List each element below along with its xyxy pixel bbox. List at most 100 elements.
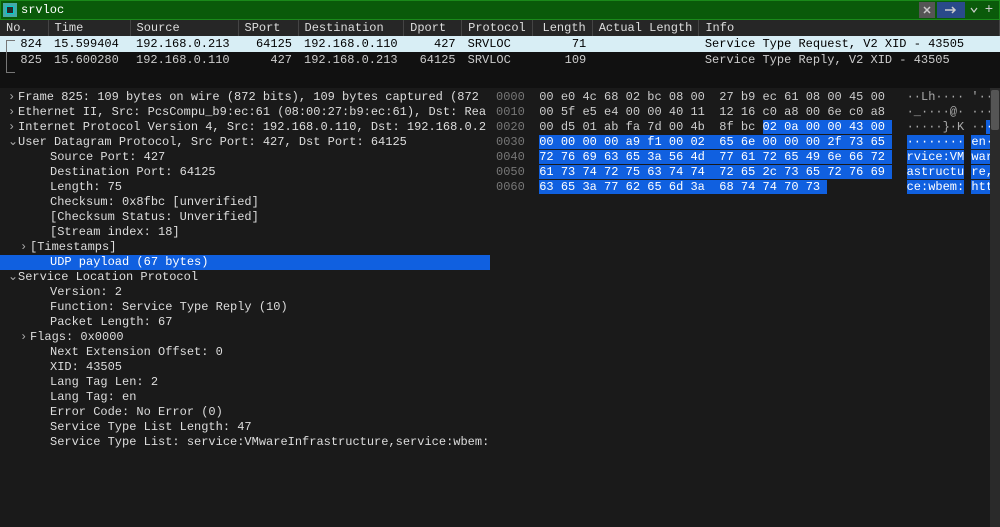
- hex-byte[interactable]: 5f: [561, 105, 575, 119]
- hex-byte[interactable]: 12: [719, 105, 733, 119]
- tree-node[interactable]: UDP payload (67 bytes): [0, 255, 490, 270]
- hex-byte[interactable]: 72: [539, 150, 553, 164]
- hex-byte[interactable]: 00: [539, 90, 553, 104]
- hex-byte[interactable]: 08: [806, 90, 820, 104]
- packet-details-pane[interactable]: ›Frame 825: 109 bytes on wire (872 bits)…: [0, 88, 490, 527]
- tree-node[interactable]: ⌄Service Location Protocol: [0, 270, 490, 285]
- add-filter-button[interactable]: +: [981, 2, 997, 18]
- hex-byte[interactable]: 72: [871, 150, 885, 164]
- hex-byte[interactable]: 74: [690, 165, 704, 179]
- hex-byte[interactable]: 43: [849, 120, 863, 134]
- hex-byte[interactable]: 6d: [669, 180, 683, 194]
- hex-byte[interactable]: 65: [626, 150, 640, 164]
- hex-byte[interactable]: 72: [827, 165, 841, 179]
- tree-node[interactable]: ⌄User Datagram Protocol, Src Port: 427, …: [0, 135, 490, 150]
- hex-byte[interactable]: 56: [669, 150, 683, 164]
- hex-byte[interactable]: 00: [539, 135, 553, 149]
- hex-byte[interactable]: 73: [561, 165, 575, 179]
- hex-byte[interactable]: c0: [849, 105, 863, 119]
- hex-byte[interactable]: 3a: [690, 180, 704, 194]
- hex-byte[interactable]: 63: [604, 150, 618, 164]
- hex-byte[interactable]: 74: [763, 180, 777, 194]
- hex-byte[interactable]: 62: [626, 180, 640, 194]
- hex-byte[interactable]: 65: [741, 165, 755, 179]
- hex-byte[interactable]: 16: [741, 105, 755, 119]
- hex-byte[interactable]: 77: [604, 180, 618, 194]
- hex-byte[interactable]: 00: [871, 90, 885, 104]
- hex-byte[interactable]: 00: [669, 135, 683, 149]
- hex-line[interactable]: 0000 00 e0 4c 68 02 bc 08 00 27 b9 ec 61…: [496, 90, 994, 105]
- hex-byte[interactable]: 68: [604, 90, 618, 104]
- col-source[interactable]: Source: [130, 20, 238, 36]
- col-actual-length[interactable]: Actual Length: [592, 20, 699, 36]
- hex-byte[interactable]: 00: [806, 105, 820, 119]
- col-info[interactable]: Info: [699, 20, 1000, 36]
- hex-byte[interactable]: ab: [604, 120, 618, 134]
- hex-line[interactable]: 0040 72 76 69 63 65 3a 56 4d 77 61 72 65…: [496, 150, 994, 165]
- col-dport[interactable]: Dport: [404, 20, 462, 36]
- col-length[interactable]: Length: [532, 20, 592, 36]
- tree-node[interactable]: Destination Port: 64125: [0, 165, 490, 180]
- hex-byte[interactable]: bc: [647, 90, 661, 104]
- hex-byte[interactable]: 08: [669, 90, 683, 104]
- hex-byte[interactable]: 68: [719, 180, 733, 194]
- hex-byte[interactable]: 02: [763, 120, 777, 134]
- hex-byte[interactable]: 2f: [827, 135, 841, 149]
- hex-byte[interactable]: f1: [647, 135, 661, 149]
- hex-byte[interactable]: 4b: [690, 120, 704, 134]
- hex-byte[interactable]: 00: [669, 120, 683, 134]
- clear-filter-button[interactable]: [919, 2, 935, 18]
- packet-row[interactable]: 82415.599404192.168.0.21364125192.168.0.…: [0, 36, 1000, 52]
- col-protocol[interactable]: Protocol: [462, 20, 533, 36]
- expand-toggle-icon[interactable]: ⌄: [8, 135, 18, 150]
- hex-line[interactable]: 0020 00 d5 01 ab fa 7d 00 4b 8f bc 02 0a…: [496, 120, 994, 135]
- hex-byte[interactable]: 00: [827, 120, 841, 134]
- tree-node[interactable]: Checksum: 0x8fbc [unverified]: [0, 195, 490, 210]
- hex-byte[interactable]: 69: [582, 150, 596, 164]
- hex-byte[interactable]: 6e: [827, 105, 841, 119]
- hex-byte[interactable]: 72: [604, 165, 618, 179]
- hex-byte[interactable]: 00: [647, 105, 661, 119]
- hex-byte[interactable]: 70: [784, 180, 798, 194]
- hex-byte[interactable]: b9: [741, 90, 755, 104]
- tree-node[interactable]: Packet Length: 67: [0, 315, 490, 330]
- hex-byte[interactable]: 00: [827, 90, 841, 104]
- hex-byte[interactable]: 45: [849, 90, 863, 104]
- hex-byte[interactable]: 74: [741, 180, 755, 194]
- hex-byte[interactable]: a8: [784, 105, 798, 119]
- hex-byte[interactable]: 00: [690, 90, 704, 104]
- hex-byte[interactable]: 77: [719, 150, 733, 164]
- hex-byte[interactable]: 02: [690, 135, 704, 149]
- hex-byte[interactable]: 00: [626, 105, 640, 119]
- hex-byte[interactable]: 73: [849, 135, 863, 149]
- expand-toggle-icon[interactable]: ›: [8, 105, 18, 120]
- hex-byte[interactable]: 2c: [763, 165, 777, 179]
- expand-toggle-icon[interactable]: ›: [20, 240, 30, 255]
- packet-bytes-pane[interactable]: 0000 00 e0 4c 68 02 bc 08 00 27 b9 ec 61…: [490, 88, 1000, 527]
- tree-node[interactable]: ›Frame 825: 109 bytes on wire (872 bits)…: [0, 90, 490, 105]
- hex-byte[interactable]: 73: [784, 165, 798, 179]
- hex-byte[interactable]: 27: [719, 90, 733, 104]
- hex-byte[interactable]: 3a: [647, 150, 661, 164]
- hex-byte[interactable]: 7d: [647, 120, 661, 134]
- expand-toggle-icon[interactable]: ›: [8, 120, 18, 135]
- tree-node[interactable]: [Checksum Status: Unverified]: [0, 210, 490, 225]
- col-time[interactable]: Time: [48, 20, 130, 36]
- tree-node[interactable]: Lang Tag Len: 2: [0, 375, 490, 390]
- tree-node[interactable]: ›Flags: 0x0000: [0, 330, 490, 345]
- hex-byte[interactable]: 4d: [690, 150, 704, 164]
- bookmark-icon[interactable]: [3, 3, 17, 17]
- display-filter-input[interactable]: [21, 3, 919, 17]
- tree-node[interactable]: ›Ethernet II, Src: PcsCompu_b9:ec:61 (08…: [0, 105, 490, 120]
- filter-history-dropdown[interactable]: [967, 2, 981, 18]
- tree-node[interactable]: Function: Service Type Reply (10): [0, 300, 490, 315]
- tree-node[interactable]: Next Extension Offset: 0: [0, 345, 490, 360]
- hex-byte[interactable]: 76: [561, 150, 575, 164]
- tree-node[interactable]: Version: 2: [0, 285, 490, 300]
- hex-line[interactable]: 0050 61 73 74 72 75 63 74 74 72 65 2c 73…: [496, 165, 994, 180]
- expand-toggle-icon[interactable]: ⌄: [8, 270, 18, 285]
- hex-byte[interactable]: 00: [784, 135, 798, 149]
- hex-byte[interactable]: 00: [539, 120, 553, 134]
- hex-byte[interactable]: 65: [647, 180, 661, 194]
- hex-line[interactable]: 0030 00 00 00 00 a9 f1 00 02 65 6e 00 00…: [496, 135, 994, 150]
